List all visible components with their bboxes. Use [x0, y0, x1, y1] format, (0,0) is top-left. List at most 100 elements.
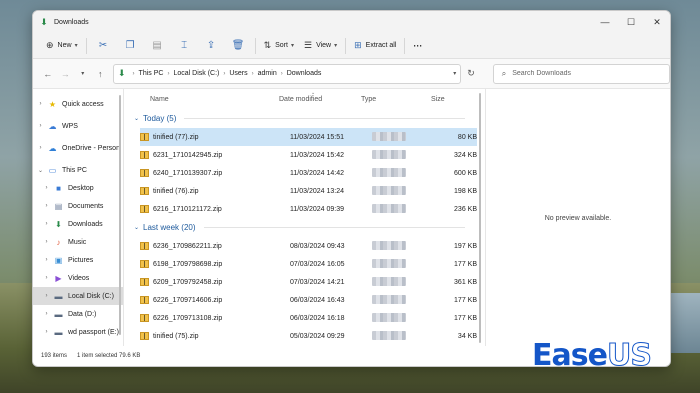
- file-name: 6236_1709862211.zip: [153, 242, 222, 250]
- sidebar-item-wd-passport-e[interactable]: › ▬ wd passport (E:): [33, 323, 123, 341]
- sidebar-item-music[interactable]: › ♪ Music: [33, 233, 123, 251]
- refresh-button[interactable]: ↻: [461, 68, 480, 79]
- file-date: 05/03/2024 09:29: [290, 332, 345, 340]
- sidebar-item-this-pc[interactable]: ⌄ ▭ This PC: [33, 161, 123, 179]
- plus-icon: ⊕: [46, 40, 54, 50]
- window-title: Downloads: [54, 18, 89, 26]
- forward-button[interactable]: →: [57, 65, 75, 83]
- chevron-right-icon[interactable]: ›: [36, 145, 45, 151]
- sidebar-item-label: Desktop: [68, 184, 94, 192]
- chevron-right-icon[interactable]: ›: [42, 275, 51, 281]
- sidebar-scrollbar[interactable]: [119, 95, 121, 335]
- file-list-scrollbar[interactable]: [479, 93, 481, 343]
- breadcrumb-admin[interactable]: admin: [258, 70, 277, 77]
- breadcrumb-this-pc[interactable]: This PC: [139, 70, 164, 77]
- chevron-right-icon[interactable]: ›: [36, 101, 45, 107]
- chevron-right-icon: ›: [132, 70, 135, 77]
- column-header-date-modified[interactable]: ⌄ Date modified: [275, 90, 357, 103]
- view-button[interactable]: ☰ View ▾: [299, 36, 342, 56]
- chevron-right-icon[interactable]: ›: [42, 185, 51, 191]
- refresh-icon: ↻: [467, 68, 475, 78]
- sidebar-item-pictures[interactable]: › ▣ Pictures: [33, 251, 123, 269]
- zip-file-icon: [140, 151, 149, 159]
- file-row[interactable]: 6216_1710121172.zip 11/03/2024 09:39 236 K…: [140, 200, 477, 218]
- chevron-down-icon: ▾: [334, 43, 338, 49]
- file-row[interactable]: 6231_1710142945.zip 11/03/2024 15:42 324 K…: [140, 146, 477, 164]
- sidebar-item-label: Quick access: [62, 100, 104, 108]
- scissors-icon: ✂: [98, 40, 108, 51]
- sort-button[interactable]: ⇅ Sort ▾: [259, 36, 299, 56]
- paste-button[interactable]: ▤: [144, 36, 171, 56]
- sidebar-item-downloads[interactable]: › ⬇ Downloads: [33, 215, 123, 233]
- search-input[interactable]: [512, 70, 663, 77]
- up-button[interactable]: ↑: [92, 65, 110, 83]
- file-size: 197 KB: [454, 242, 477, 250]
- file-row[interactable]: 6198_1709798698.zip 07/03/2024 16:05 177 K…: [140, 255, 477, 273]
- chevron-down-icon: ▾: [290, 43, 294, 49]
- file-row[interactable]: 6240_1710139307.zip 11/03/2024 14:42 600 K…: [140, 164, 477, 182]
- chevron-down-icon[interactable]: ▾: [453, 70, 456, 77]
- address-bar[interactable]: ⬇ › This PC › Local Disk (C:) › Users › …: [113, 63, 462, 84]
- drive-icon: ▬: [54, 291, 63, 301]
- chevron-down-icon[interactable]: ⌄: [36, 167, 45, 174]
- file-size: 177 KB: [454, 260, 477, 268]
- chevron-right-icon[interactable]: ›: [42, 203, 51, 209]
- file-row[interactable]: tinified (75).zip 05/03/2024 09:29 34 KB: [140, 327, 477, 345]
- more-options-button[interactable]: ···: [408, 36, 427, 56]
- file-row[interactable]: tinified (77).zip 11/03/2024 15:51 80 KB: [140, 128, 477, 146]
- delete-button[interactable]: 🗑: [225, 36, 252, 56]
- chevron-right-icon[interactable]: ›: [42, 257, 51, 263]
- cut-button[interactable]: ✂: [90, 36, 117, 56]
- chevron-right-icon[interactable]: ›: [42, 239, 51, 245]
- sidebar-item-local-disk-c[interactable]: › ▬ Local Disk (C:): [33, 287, 123, 305]
- new-button[interactable]: ⊕ New ▾: [41, 36, 83, 56]
- toolbar-divider: [254, 37, 256, 54]
- minimize-button[interactable]: —: [592, 11, 618, 33]
- sidebar-item-desktop[interactable]: › ■ Desktop: [33, 179, 123, 197]
- chevron-right-icon[interactable]: ›: [42, 221, 51, 227]
- recent-locations-button[interactable]: ▾: [74, 65, 92, 83]
- column-header-size[interactable]: Size: [427, 96, 471, 103]
- file-row[interactable]: tinified (76).zip 11/03/2024 13:24 198 KB: [140, 182, 477, 200]
- extract-icon: ⊞: [354, 40, 362, 50]
- group-header-today[interactable]: ⌄ Today (5): [132, 109, 485, 128]
- file-type-cell: [372, 312, 442, 324]
- chevron-right-icon[interactable]: ›: [42, 311, 51, 317]
- maximize-button[interactable]: ☐: [618, 11, 644, 33]
- breadcrumb-local-disk[interactable]: Local Disk (C:): [173, 70, 219, 77]
- file-name-cell: 6226_1709714606.zip: [140, 296, 290, 304]
- sidebar-item-videos[interactable]: › ▶ Videos: [33, 269, 123, 287]
- title-bar: ⬇ Downloads — ☐ ✕: [33, 11, 670, 33]
- cloud-icon: ☁: [48, 121, 57, 131]
- close-button[interactable]: ✕: [644, 11, 670, 33]
- chevron-right-icon[interactable]: ›: [42, 293, 51, 299]
- chevron-right-icon[interactable]: ›: [42, 329, 51, 335]
- sidebar-item-data-d[interactable]: › ▬ Data (D:): [33, 305, 123, 323]
- back-button[interactable]: ←: [39, 65, 57, 83]
- sidebar-item-onedrive[interactable]: › ☁ OneDrive - Person: [33, 139, 123, 157]
- group-header-last-week[interactable]: ⌄ Last week (20): [132, 218, 485, 237]
- column-header-type[interactable]: Type: [357, 96, 427, 103]
- file-row[interactable]: 6209_1709792458.zip 07/03/2024 14:21 361 K…: [140, 273, 477, 291]
- sidebar-item-label: Local Disk (C:): [68, 292, 114, 300]
- copy-button[interactable]: ❐: [117, 36, 144, 56]
- extract-all-button[interactable]: ⊞ Extract all: [349, 36, 401, 56]
- file-type-cell: [372, 167, 442, 179]
- search-box[interactable]: ⌕: [492, 63, 670, 84]
- sidebar-item-wps[interactable]: › ☁ WPS: [33, 117, 123, 135]
- sidebar-item-documents[interactable]: › ▤ Documents: [33, 197, 123, 215]
- file-row[interactable]: 6236_1709862211.zip 08/03/2024 09:43 197 K…: [140, 237, 477, 255]
- file-type-cell: [372, 276, 442, 288]
- chevron-right-icon: ›: [280, 70, 283, 77]
- share-button[interactable]: ⇪: [198, 36, 225, 56]
- file-row[interactable]: 6226_1709713108.zip 06/03/2024 16:18 177 K…: [140, 309, 477, 327]
- breadcrumb-users[interactable]: Users: [229, 70, 247, 77]
- zip-file-icon: [140, 205, 149, 213]
- file-type-redacted: [372, 258, 406, 268]
- sidebar-item-quick-access[interactable]: › ★ Quick access: [33, 95, 123, 113]
- breadcrumb-downloads[interactable]: Downloads: [287, 70, 322, 77]
- column-header-name[interactable]: Name: [132, 96, 275, 103]
- chevron-right-icon[interactable]: ›: [36, 123, 45, 129]
- file-row[interactable]: 6226_1709714606.zip 06/03/2024 16:43 177 K…: [140, 291, 477, 309]
- rename-button[interactable]: ⌶: [171, 36, 198, 56]
